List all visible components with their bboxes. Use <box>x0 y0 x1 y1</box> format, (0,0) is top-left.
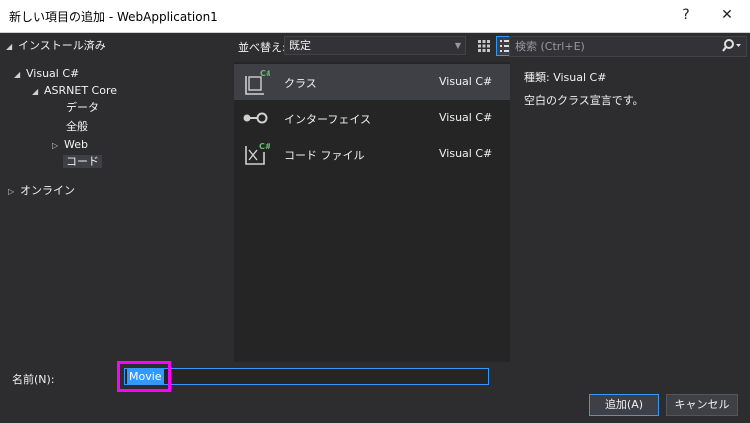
window-title: 新しい項目の追加 - WebApplication1 <box>9 10 218 24</box>
template-name: コード ファイル <box>284 149 365 162</box>
template-toolbar: 並べ替え: 既定 ▼ 検索 (Ctrl+E) <box>230 32 750 60</box>
tree-item-code[interactable]: コード <box>63 153 102 171</box>
close-button[interactable]: ✕ <box>715 4 739 26</box>
annotation-highlight-box <box>117 361 171 392</box>
search-input[interactable]: 検索 (Ctrl+E) <box>509 36 747 57</box>
tree-item-online[interactable]: ▷ オンライン <box>8 182 75 200</box>
interface-icon <box>243 112 268 124</box>
type-value: Visual C# <box>553 71 607 84</box>
class-icon: C# <box>245 69 270 95</box>
tree-item-label: ASRNET Core <box>44 84 118 97</box>
sort-dropdown[interactable]: 既定 ▼ <box>284 36 466 55</box>
tree-item-data[interactable]: データ <box>66 99 99 117</box>
type-label: 種類: <box>524 71 550 84</box>
tree-item-visual-csharp[interactable]: ◢ Visual C# <box>14 65 79 83</box>
template-language: Visual C# <box>439 111 493 124</box>
svg-text:C#: C# <box>260 69 270 78</box>
template-name: クラス <box>284 77 317 90</box>
tree-item-label: Visual C# <box>26 67 80 80</box>
template-language: Visual C# <box>439 147 493 160</box>
grid-view-icon[interactable] <box>476 38 492 54</box>
expand-arrow-icon[interactable]: ◢ <box>32 83 44 101</box>
template-category-tree: ◢ インストール済み ◢ Visual C# ◢ ASRNET Core データ 全般… <box>0 32 230 362</box>
search-placeholder: 検索 (Ctrl+E) <box>515 40 585 53</box>
tree-item-label: Web <box>64 138 88 151</box>
template-list: C# クラス Visual C# インターフェイス Visual C# C# コ… <box>234 62 510 362</box>
template-item-class[interactable]: C# クラス Visual C# <box>234 64 510 100</box>
tree-item-label: オンライン <box>20 184 75 197</box>
template-description: 空白のクラス宣言です。 <box>524 94 644 107</box>
sort-value: 既定 <box>289 39 311 52</box>
expand-arrow-icon[interactable]: ◢ <box>6 38 18 56</box>
template-name: インターフェイス <box>284 113 372 126</box>
title-bar: 新しい項目の追加 - WebApplication1 ? ✕ <box>0 0 750 33</box>
name-input[interactable]: Movie <box>124 368 489 385</box>
help-button[interactable]: ? <box>674 4 698 26</box>
tree-item-web[interactable]: ▷ Web <box>52 136 88 154</box>
cancel-button[interactable]: キャンセル <box>666 394 738 416</box>
template-language: Visual C# <box>439 75 493 88</box>
dropdown-arrow-icon: ▼ <box>454 41 461 50</box>
template-details-panel: 種類: Visual C# 空白のクラス宣言です。 <box>514 62 744 362</box>
tree-item-installed[interactable]: ◢ インストール済み <box>6 37 106 55</box>
code-file-icon: C# <box>245 142 270 165</box>
tree-item-label: 全般 <box>66 120 88 133</box>
sort-label: 並べ替え: <box>238 41 286 54</box>
tree-item-label: インストール済み <box>18 39 106 52</box>
template-item-code-file[interactable]: C# コード ファイル Visual C# <box>234 136 510 172</box>
tree-item-label: データ <box>66 101 99 114</box>
name-label: 名前(N): <box>12 373 55 386</box>
collapse-arrow-icon[interactable]: ▷ <box>8 183 20 201</box>
expand-arrow-icon[interactable]: ◢ <box>14 66 26 84</box>
add-button[interactable]: 追加(A) <box>589 394 659 416</box>
tree-item-aspnet-core[interactable]: ◢ ASRNET Core <box>32 82 117 100</box>
search-icon[interactable] <box>722 38 742 54</box>
template-type: 種類: Visual C# <box>524 69 606 85</box>
tree-item-general[interactable]: 全般 <box>66 118 88 136</box>
tree-item-label-selected: コード <box>63 155 102 168</box>
template-item-interface[interactable]: インターフェイス Visual C# <box>234 100 510 136</box>
svg-text:C#: C# <box>259 142 270 151</box>
